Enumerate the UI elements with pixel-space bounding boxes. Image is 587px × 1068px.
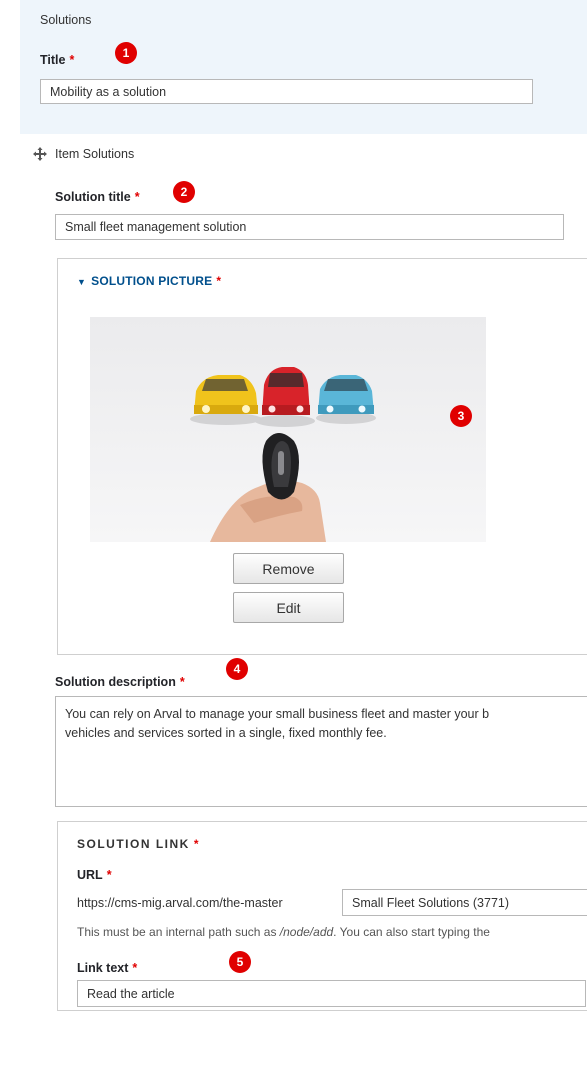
solution-picture-image xyxy=(90,317,486,542)
solution-description-label-text: Solution description xyxy=(55,675,176,689)
marker-1: 1 xyxy=(115,42,137,64)
marker-5: 5 xyxy=(229,951,251,973)
url-help-after: . You can also start typing the xyxy=(333,925,490,939)
triangle-down-icon: ▼ xyxy=(77,277,87,287)
item-solutions-label: Item Solutions xyxy=(55,147,135,161)
required-asterisk: * xyxy=(106,868,112,882)
url-autocomplete-input[interactable]: Small Fleet Solutions (3771) xyxy=(342,889,587,916)
cars-key-photo xyxy=(90,317,486,542)
solution-title-label: Solution title * xyxy=(55,190,140,204)
required-asterisk: * xyxy=(134,190,140,204)
solution-link-title-text: SOLUTION LINK xyxy=(77,837,190,851)
remove-button[interactable]: Remove xyxy=(233,553,344,584)
solutions-panel xyxy=(20,0,587,134)
link-text-input[interactable]: Read the article xyxy=(77,980,586,1007)
url-help-before: This must be an internal path such as xyxy=(77,925,280,939)
marker-4: 4 xyxy=(226,658,248,680)
solution-link-title: SOLUTION LINK * xyxy=(77,837,199,851)
solution-title-input[interactable]: Small fleet management solution xyxy=(55,214,564,240)
edit-button[interactable]: Edit xyxy=(233,592,344,623)
required-asterisk: * xyxy=(216,274,222,288)
move-cross-icon-svg xyxy=(33,147,47,161)
solution-picture-summary[interactable]: ▼ SOLUTION PICTURE * xyxy=(77,274,221,288)
description-line-1: You can rely on Arval to manage your sma… xyxy=(65,707,490,721)
url-label: URL * xyxy=(77,868,112,882)
title-input[interactable]: Mobility as a solution xyxy=(40,79,533,104)
solution-description-label: Solution description * xyxy=(55,675,185,689)
url-help-path: /node/add xyxy=(279,925,334,939)
url-help-text: This must be an internal path such as /n… xyxy=(77,925,490,939)
required-asterisk: * xyxy=(193,837,199,851)
solution-description-textarea[interactable]: You can rely on Arval to manage your sma… xyxy=(55,696,587,807)
required-asterisk: * xyxy=(69,53,75,67)
marker-3: 3 xyxy=(450,405,472,427)
link-text-label-text: Link text xyxy=(77,961,129,975)
required-asterisk: * xyxy=(132,961,138,975)
url-label-text: URL xyxy=(77,868,103,882)
title-label: Title * xyxy=(40,53,74,67)
solution-title-label-text: Solution title xyxy=(55,190,131,204)
title-label-text: Title xyxy=(40,53,66,67)
marker-2: 2 xyxy=(173,181,195,203)
link-text-label: Link text * xyxy=(77,961,137,975)
url-prefix: https://cms-mig.arval.com/the-master xyxy=(77,896,283,910)
description-line-2: vehicles and services sorted in a single… xyxy=(65,726,387,740)
solutions-heading: Solutions xyxy=(40,13,92,27)
required-asterisk: * xyxy=(179,675,185,689)
move-cross-icon[interactable] xyxy=(33,147,47,161)
solution-picture-summary-text: SOLUTION PICTURE xyxy=(91,274,213,288)
